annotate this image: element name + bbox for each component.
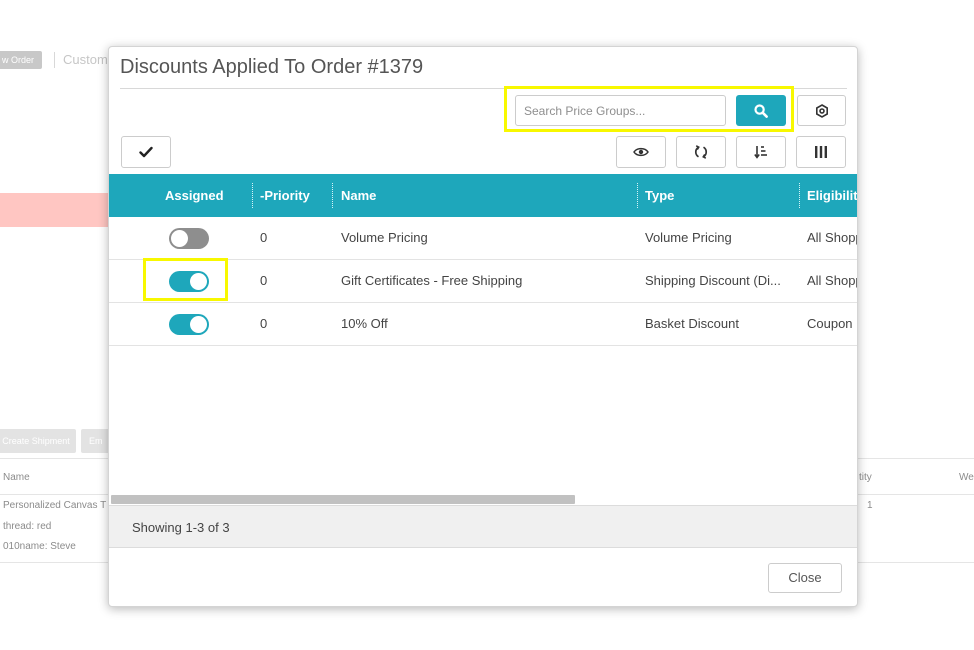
eligibility-cell: Coupon [807,316,853,331]
settings-button[interactable] [797,95,846,126]
search-button[interactable] [736,95,786,126]
column-separator[interactable] [637,183,638,208]
column-separator[interactable] [799,183,800,208]
toggle-highlight [143,258,228,301]
modal-title: Discounts Applied To Order #1379 [120,56,424,78]
sort-icon [754,146,767,159]
toggle-knob [190,316,207,333]
close-button[interactable]: Close [768,563,842,593]
item-option-name: 010name: Steve [3,541,76,552]
alert-bar [0,193,110,227]
assigned-toggle[interactable] [169,314,209,335]
checkmark-icon [139,146,153,158]
gear-icon [815,103,828,118]
column-separator[interactable] [332,183,333,208]
type-cell: Shipping Discount (Di... [645,273,781,288]
eligibility-cell: All Shopp [807,273,858,288]
header-separator [54,52,55,68]
type-cell: Volume Pricing [645,230,732,245]
items-header-name: Name [3,472,30,483]
view-button[interactable] [616,136,666,168]
grid-header: Assigned -Priority Name Type Eligibilit [109,174,857,217]
column-header-eligibility[interactable]: Eligibilit [807,174,857,217]
priority-cell: 0 [260,273,268,288]
email-button[interactable]: Em [81,429,111,453]
column-separator[interactable] [252,183,253,208]
eye-icon [633,147,649,157]
sort-button[interactable] [736,136,786,168]
priority-cell: 0 [260,230,268,245]
columns-icon [815,146,827,158]
items-header-quantity: tity [859,472,872,483]
columns-button[interactable] [796,136,846,168]
discounts-modal: Discounts Applied To Order #1379 Search … [108,46,858,607]
refresh-button[interactable] [676,136,726,168]
name-cell: Gift Certificates - Free Shipping [341,273,523,288]
eligibility-cell: All Shopp [807,230,858,245]
column-header-type[interactable]: Type [645,174,674,217]
priority-cell: 0 [260,316,268,331]
toggle-knob [171,230,188,247]
name-cell: Volume Pricing [341,230,428,245]
item-name: Personalized Canvas T [3,500,107,511]
table-row[interactable]: 0 Volume Pricing Volume Pricing All Shop… [109,217,858,260]
grid-footer: Showing 1-3 of 3 [109,505,857,548]
apply-button[interactable] [121,136,171,168]
create-shipment-button[interactable]: Create Shipment [0,429,76,453]
assigned-toggle[interactable] [169,228,209,249]
column-header-assigned[interactable]: Assigned [165,174,224,217]
column-header-priority[interactable]: -Priority [260,174,310,217]
search-icon [754,103,768,118]
horizontal-scrollbar[interactable] [111,495,575,504]
search-price-groups-input[interactable] [515,95,726,126]
pagination-summary: Showing 1-3 of 3 [132,520,230,535]
type-cell: Basket Discount [645,316,739,331]
item-quantity: 1 [867,500,873,511]
item-option-thread: thread: red [3,521,52,532]
name-cell: 10% Off [341,316,388,331]
items-header-weight: We [959,472,974,483]
new-order-button[interactable]: w Order [0,51,42,69]
refresh-icon [694,145,708,159]
table-row[interactable]: 0 10% Off Basket Discount Coupon [109,303,857,346]
customer-link[interactable]: Custom [63,52,108,67]
column-header-name[interactable]: Name [341,174,376,217]
